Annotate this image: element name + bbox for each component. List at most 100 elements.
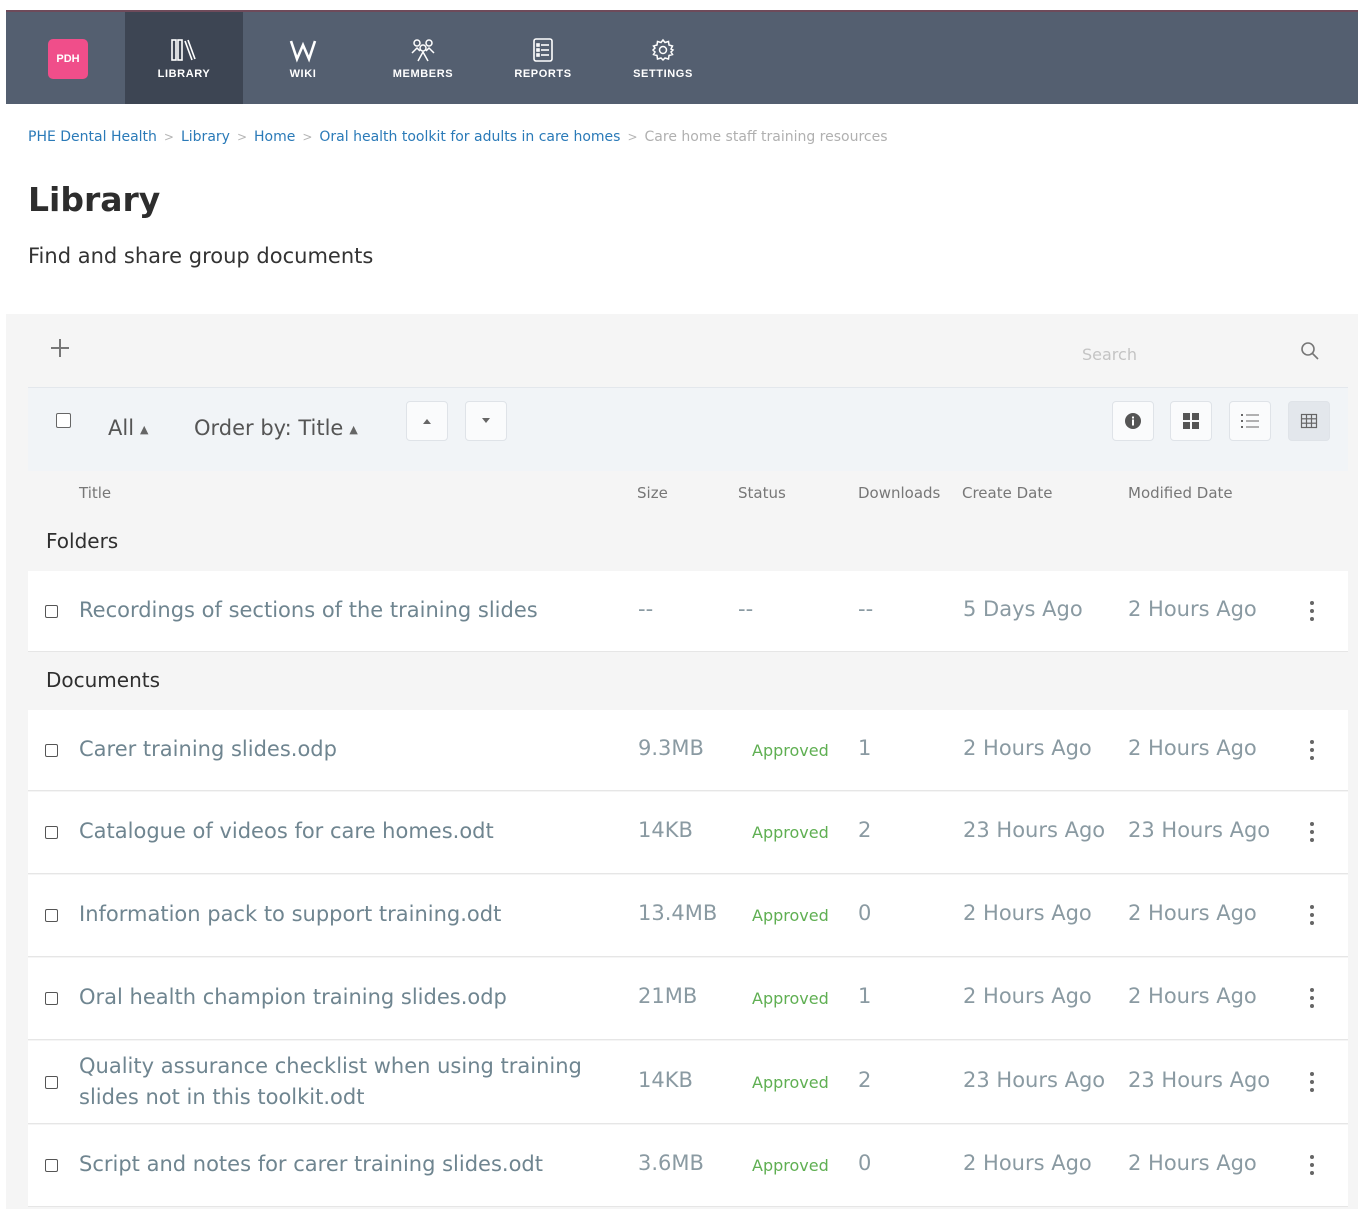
row-checkbox[interactable]: [45, 1076, 58, 1089]
table-row[interactable]: Carer training slides.odp 9.3MB Approved…: [28, 710, 1348, 791]
order-by-dropdown[interactable]: Order by: Title ▲︎: [194, 416, 358, 440]
row-checkbox[interactable]: [45, 744, 58, 757]
create-date-cell: 2 Hours Ago: [963, 736, 1092, 760]
nav-settings[interactable]: SETTINGS: [604, 12, 722, 104]
info-button[interactable]: [1112, 401, 1154, 441]
table-row[interactable]: Script and notes for carer training slid…: [28, 1125, 1348, 1207]
status-badge: Approved: [752, 1156, 829, 1175]
downloads-cell: 2: [858, 1068, 872, 1092]
column-header-status[interactable]: Status: [738, 484, 786, 502]
sort-arrows-icon: ▲︎: [140, 423, 149, 436]
create-date-cell: 2 Hours Ago: [963, 984, 1092, 1008]
wiki-icon: [289, 36, 317, 64]
modified-date-cell: 2 Hours Ago: [1128, 597, 1257, 621]
order-by-label: Order by: Title: [194, 416, 344, 440]
downloads-cell: --: [858, 597, 874, 621]
caret-up-icon: [423, 419, 431, 424]
filter-dropdown-label: All: [108, 416, 135, 440]
gear-icon: [650, 36, 676, 64]
breadcrumb-link-group[interactable]: PHE Dental Health: [28, 129, 157, 145]
members-icon: [408, 36, 438, 64]
status-badge: Approved: [752, 823, 829, 842]
table-icon: [1300, 413, 1318, 429]
search-icon[interactable]: [1299, 340, 1321, 362]
table-row[interactable]: Information pack to support training.odt…: [28, 875, 1348, 957]
sort-descending-button[interactable]: [465, 401, 507, 441]
breadcrumb-separator-icon: >: [302, 130, 313, 144]
sort-ascending-button[interactable]: [406, 401, 448, 441]
column-header-create-date[interactable]: Create Date: [962, 484, 1052, 502]
search-input[interactable]: [1082, 340, 1282, 368]
status-badge: Approved: [752, 906, 829, 925]
row-checkbox[interactable]: [45, 909, 58, 922]
nav-wiki[interactable]: WIKI: [244, 12, 362, 104]
more-options-icon[interactable]: [1308, 1072, 1316, 1092]
filter-dropdown[interactable]: All ▲︎: [108, 416, 149, 440]
more-options-icon[interactable]: [1308, 905, 1316, 925]
table-row[interactable]: Oral health champion training slides.odp…: [28, 958, 1348, 1040]
document-title-link[interactable]: Script and notes for carer training slid…: [79, 1149, 619, 1180]
add-item-button[interactable]: [48, 336, 72, 360]
breadcrumb-link-home[interactable]: Home: [254, 129, 295, 145]
create-date-cell: 23 Hours Ago: [963, 818, 1106, 842]
library-icon: [170, 36, 198, 64]
breadcrumb-current: Care home staff training resources: [644, 129, 888, 145]
section-label-documents: Documents: [46, 668, 161, 692]
downloads-cell: 2: [858, 818, 872, 842]
list-icon: [1241, 414, 1259, 428]
more-options-icon[interactable]: [1308, 822, 1316, 842]
size-cell: --: [638, 597, 654, 621]
breadcrumb-link-toolkit[interactable]: Oral health toolkit for adults in care h…: [319, 129, 620, 145]
table-row[interactable]: Recordings of sections of the training s…: [28, 571, 1348, 652]
downloads-cell: 1: [858, 984, 872, 1008]
folder-title-link[interactable]: Recordings of sections of the training s…: [79, 595, 619, 626]
document-title-link[interactable]: Information pack to support training.odt: [79, 899, 619, 930]
more-options-icon[interactable]: [1308, 1155, 1316, 1175]
modified-date-cell: 2 Hours Ago: [1128, 736, 1257, 760]
size-cell: 9.3MB: [638, 736, 704, 760]
nav-wiki-label: WIKI: [289, 68, 317, 80]
status-badge: Approved: [752, 741, 829, 760]
table-row[interactable]: Catalogue of videos for care homes.odt 1…: [28, 792, 1348, 874]
row-checkbox[interactable]: [45, 1159, 58, 1172]
row-checkbox[interactable]: [45, 826, 58, 839]
list-view-button[interactable]: [1229, 401, 1271, 441]
nav-library[interactable]: LIBRARY: [125, 12, 243, 104]
large-grid-view-button[interactable]: [1170, 401, 1212, 441]
document-title-link[interactable]: Oral health champion training slides.odp: [79, 982, 619, 1013]
nav-library-label: LIBRARY: [157, 68, 211, 80]
size-cell: 3.6MB: [638, 1151, 704, 1175]
more-options-icon[interactable]: [1308, 740, 1316, 760]
page-title: Library: [28, 180, 161, 219]
group-logo[interactable]: PDH: [48, 39, 88, 79]
select-all-checkbox[interactable]: [56, 413, 71, 428]
downloads-cell: 1: [858, 736, 872, 760]
document-title-link[interactable]: Quality assurance checklist when using t…: [79, 1051, 619, 1113]
table-row[interactable]: Quality assurance checklist when using t…: [28, 1041, 1348, 1124]
nav-reports-label: REPORTS: [514, 68, 572, 80]
size-cell: 14KB: [638, 818, 693, 842]
section-label-folders: Folders: [46, 529, 119, 553]
status-badge: Approved: [752, 989, 829, 1008]
breadcrumb-separator-icon: >: [236, 130, 247, 144]
size-cell: 21MB: [638, 984, 698, 1008]
document-title-link[interactable]: Carer training slides.odp: [79, 734, 619, 765]
more-options-icon[interactable]: [1308, 601, 1316, 621]
create-date-cell: 2 Hours Ago: [963, 1151, 1092, 1175]
column-header-modified-date[interactable]: Modified Date: [1128, 484, 1233, 502]
size-cell: 13.4MB: [638, 901, 718, 925]
column-header-downloads[interactable]: Downloads: [858, 484, 940, 502]
more-options-icon[interactable]: [1308, 988, 1316, 1008]
nav-reports[interactable]: REPORTS: [484, 12, 602, 104]
column-header-title[interactable]: Title: [79, 484, 111, 502]
table-view-button[interactable]: [1288, 401, 1330, 441]
breadcrumb-link-library[interactable]: Library: [181, 129, 230, 145]
document-title-link[interactable]: Catalogue of videos for care homes.odt: [79, 816, 619, 847]
column-header-size[interactable]: Size: [637, 484, 668, 502]
row-checkbox[interactable]: [45, 605, 58, 618]
nav-members[interactable]: MEMBERS: [364, 12, 482, 104]
downloads-cell: 0: [858, 901, 872, 925]
row-checkbox[interactable]: [45, 992, 58, 1005]
breadcrumb-separator-icon: >: [163, 130, 174, 144]
modified-date-cell: 23 Hours Ago: [1128, 1068, 1271, 1092]
